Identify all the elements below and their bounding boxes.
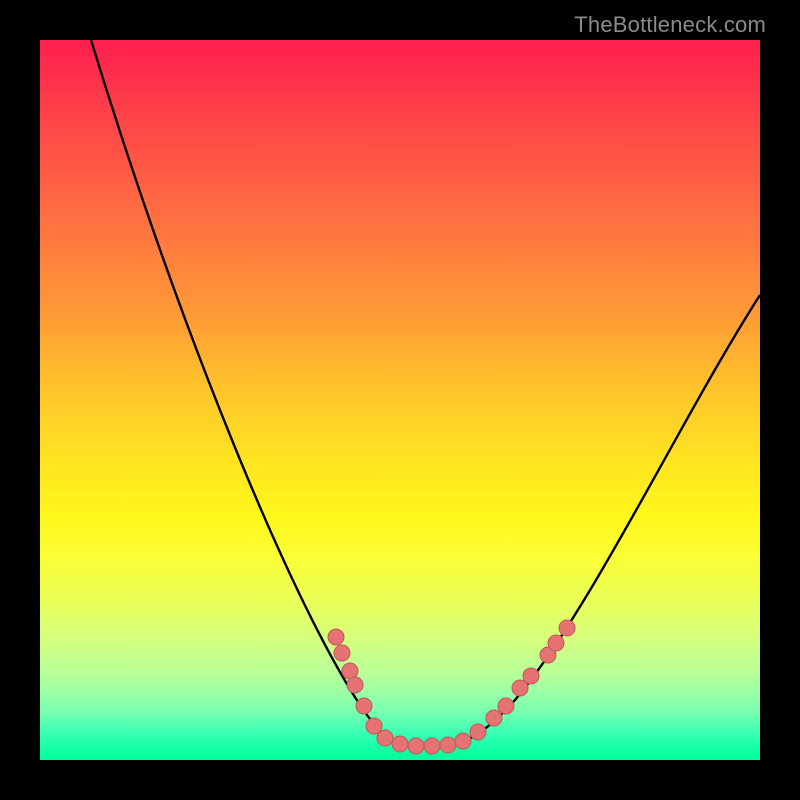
marker-dot [440,737,456,753]
marker-dot [347,677,363,693]
marker-dot [470,724,486,740]
marker-dot [523,668,539,684]
bottleneck-curve [91,40,760,745]
marker-dot [408,738,424,754]
marker-dot [559,620,575,636]
marker-dot [498,698,514,714]
marker-dot [356,698,372,714]
marker-dot [548,635,564,651]
plot-area [40,40,760,760]
marker-dot [424,738,440,754]
marker-dot [328,629,344,645]
marker-dot [455,733,471,749]
marker-dot [334,645,350,661]
chart-frame: TheBottleneck.com [0,0,800,800]
marker-dot [392,736,408,752]
marker-dot [486,710,502,726]
chart-svg [40,40,760,760]
marker-dot [377,730,393,746]
marker-group [328,620,575,754]
watermark-text: TheBottleneck.com [574,12,766,38]
